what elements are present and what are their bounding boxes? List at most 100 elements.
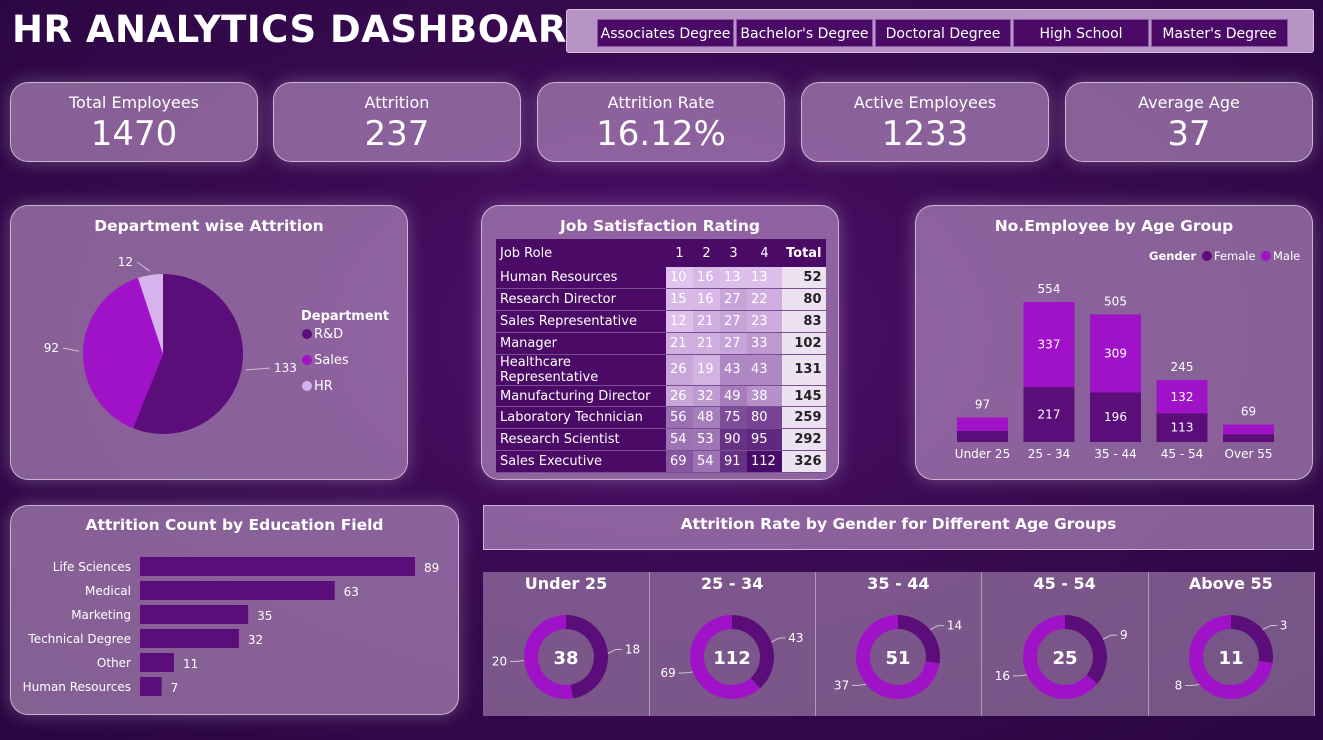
table-row: Human Resources 10 16 13 13 52 bbox=[496, 267, 826, 290]
kpi-value: 1233 bbox=[881, 114, 969, 154]
column-header[interactable]: 3 bbox=[720, 239, 747, 267]
rating-cell: 19 bbox=[693, 354, 720, 386]
donut-leader-line bbox=[771, 637, 786, 643]
rating-cell: 22 bbox=[747, 288, 782, 312]
column-header[interactable]: 4 bbox=[747, 239, 782, 267]
rating-cell: 13 bbox=[747, 267, 782, 290]
rating-cell: 26 bbox=[666, 354, 693, 386]
bar-segment-label: 196 bbox=[1104, 410, 1127, 424]
bar-value-label: 89 bbox=[424, 561, 439, 575]
x-tick-label: Under 25 bbox=[955, 447, 1010, 461]
edu-bar bbox=[140, 629, 239, 648]
bar-value-label: 35 bbox=[257, 609, 272, 623]
donut-leader-line bbox=[510, 659, 525, 662]
rating-cell: 27 bbox=[720, 332, 747, 355]
rating-cell: 112 bbox=[747, 450, 782, 473]
y-tick-label: Technical Degree bbox=[27, 632, 131, 646]
donut-data-label: 9 bbox=[1120, 628, 1128, 642]
rating-cell: 49 bbox=[720, 385, 747, 408]
education-bar-chart: Life Sciences 89 Medical 63 Marketing 35 Techn… bbox=[23, 557, 439, 696]
rating-cell: 69 bbox=[666, 450, 693, 473]
total-cell: 102 bbox=[782, 332, 826, 355]
bar-segment-label: 132 bbox=[1171, 390, 1194, 404]
donut-data-label: 16 bbox=[994, 669, 1009, 683]
gender-donut-cell: Under 25 38 18 20 bbox=[483, 572, 650, 716]
y-tick-label: Other bbox=[97, 656, 131, 670]
edu-bar bbox=[140, 581, 335, 600]
kpi-active-employees: Active Employees 1233 bbox=[801, 82, 1049, 162]
gender-donut-chart: 25 9 16 bbox=[994, 615, 1128, 699]
column-header[interactable]: 1 bbox=[666, 239, 693, 267]
donut-leader-line bbox=[852, 683, 867, 686]
slicer-doctoral-degree[interactable]: Doctoral Degree bbox=[875, 19, 1011, 47]
rating-cell: 54 bbox=[666, 428, 693, 452]
gender-attrition-header: Attrition Rate by Gender for Different A… bbox=[483, 505, 1314, 550]
x-tick-label: Over 55 bbox=[1225, 447, 1273, 461]
gender-donut-cell: Above 55 11 3 8 bbox=[1147, 572, 1315, 716]
rating-cell: 21 bbox=[666, 332, 693, 355]
bar-value-label: 32 bbox=[248, 633, 263, 647]
edu-bar bbox=[140, 653, 174, 672]
gender-donut-cell: 25 - 34 112 43 69 bbox=[649, 572, 817, 716]
job-role-cell: Sales Executive bbox=[496, 450, 666, 473]
slicer-high-school[interactable]: High School bbox=[1013, 19, 1149, 47]
job-role-cell: Human Resources bbox=[496, 267, 666, 290]
bar-value-label: 7 bbox=[171, 681, 179, 695]
rating-cell: 13 bbox=[720, 267, 747, 290]
column-header[interactable]: 2 bbox=[693, 239, 720, 267]
donut-data-label: 43 bbox=[788, 631, 803, 645]
gender-donut-chart: 38 18 20 bbox=[492, 615, 640, 699]
rating-cell: 27 bbox=[720, 288, 747, 312]
bar-segment-female bbox=[957, 430, 1008, 442]
table-header-row: Job Role 1 2 3 4 Total bbox=[496, 239, 826, 267]
donut-center-value: 38 bbox=[553, 648, 578, 669]
slicer-masters-degree[interactable]: Master's Degree bbox=[1151, 19, 1288, 47]
pie-data-label: 12 bbox=[118, 255, 133, 269]
rating-cell: 56 bbox=[666, 406, 693, 430]
slicer-associates-degree[interactable]: Associates Degree bbox=[597, 19, 734, 47]
rating-cell: 80 bbox=[747, 406, 782, 430]
donut-data-label: 69 bbox=[661, 666, 676, 680]
edu-bar bbox=[140, 605, 249, 624]
kpi-value: 1470 bbox=[90, 114, 178, 154]
total-cell: 131 bbox=[782, 354, 826, 386]
donut-leader-line bbox=[678, 671, 694, 674]
kpi-average-age: Average Age 37 bbox=[1065, 82, 1313, 162]
bar-value-label: 63 bbox=[344, 585, 359, 599]
donut-leader-line bbox=[607, 649, 622, 654]
rating-cell: 91 bbox=[720, 450, 747, 473]
donut-leader-line bbox=[1012, 674, 1027, 677]
rating-cell: 27 bbox=[720, 310, 747, 333]
legend-marker bbox=[302, 329, 312, 339]
legend-label: Male bbox=[1273, 249, 1300, 263]
kpi-value: 37 bbox=[1167, 114, 1211, 154]
column-header[interactable]: Job Role bbox=[496, 239, 666, 267]
bar-total-label: 245 bbox=[1171, 360, 1194, 374]
pie-leader-line bbox=[136, 261, 150, 272]
kpi-label: Active Employees bbox=[853, 93, 997, 112]
bar-segment-label: 337 bbox=[1038, 338, 1061, 352]
donut-leader-line bbox=[1262, 624, 1277, 630]
rating-cell: 15 bbox=[666, 288, 693, 312]
donut-center-value: 51 bbox=[886, 648, 911, 669]
donut-data-label: 18 bbox=[625, 643, 640, 657]
donut-center-value: 11 bbox=[1218, 648, 1243, 669]
total-column-header[interactable]: Total bbox=[782, 239, 826, 267]
kpi-attrition-rate: Attrition Rate 16.12% bbox=[537, 82, 785, 162]
job-role-cell: Manufacturing Director bbox=[496, 385, 666, 408]
education-field-panel: Attrition Count by Education Field Life … bbox=[10, 505, 459, 715]
donut-center-value: 112 bbox=[713, 648, 751, 669]
gender-donut-cell: 45 - 54 25 9 16 bbox=[981, 572, 1149, 716]
legend-title: Department bbox=[301, 309, 389, 324]
table-row: Laboratory Technician 56 48 75 80 259 bbox=[496, 406, 826, 430]
dept-attrition-panel: Department wise Attrition 133 92 12 Departm… bbox=[10, 205, 408, 480]
donut-data-label: 14 bbox=[947, 619, 962, 633]
table-row: Research Scientist 54 53 90 95 292 bbox=[496, 428, 826, 452]
rating-cell: 38 bbox=[747, 385, 782, 408]
rating-cell: 26 bbox=[666, 385, 693, 408]
bar-segment-male bbox=[1223, 424, 1274, 435]
total-cell: 326 bbox=[782, 450, 826, 473]
job-role-cell: Research Scientist bbox=[496, 428, 666, 452]
slicer-bachelors-degree[interactable]: Bachelor's Degree bbox=[736, 19, 873, 47]
rating-cell: 75 bbox=[720, 406, 747, 430]
